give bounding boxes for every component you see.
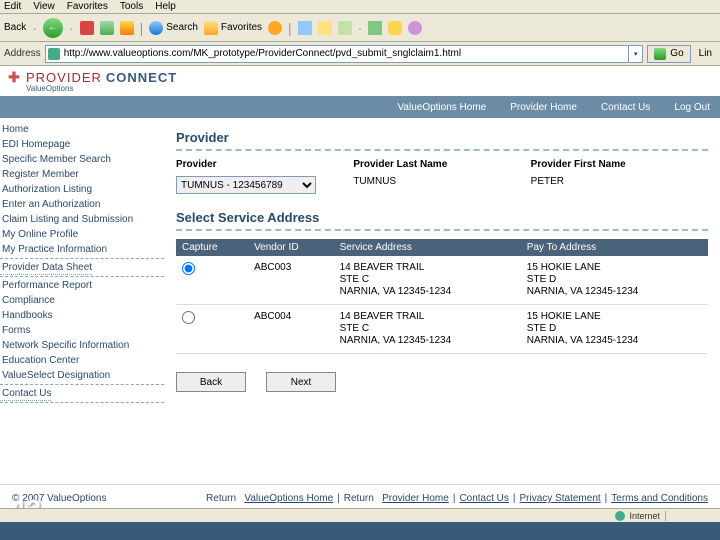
value-firstname: PETER <box>531 176 564 187</box>
separator-icon: · <box>69 20 74 36</box>
sidebar-item-datasheet[interactable]: Provider Data Sheet <box>0 260 92 275</box>
sidebar-item-profile[interactable]: My Online Profile <box>0 227 168 242</box>
footer-privacy[interactable]: Privacy Statement <box>520 493 601 504</box>
capture-radio[interactable] <box>182 311 195 324</box>
plus-icon: ✚ <box>6 70 22 86</box>
taskbar <box>0 522 720 540</box>
label-lastname: Provider Last Name <box>353 159 530 170</box>
refresh-icon[interactable] <box>100 21 114 35</box>
ie-addressbar: Address http://www.valueoptions.com/MK_p… <box>0 42 720 66</box>
footer-return-ph[interactable]: Return Provider Home <box>344 493 449 504</box>
sidebar-item-perf[interactable]: Performance Report <box>0 278 168 293</box>
sidebar-item-claim[interactable]: Claim Listing and Submission <box>0 212 168 227</box>
provider-select[interactable]: TUMNUS - 123456789 <box>176 176 316 194</box>
nav-contact[interactable]: Contact Us <box>601 102 650 113</box>
service-table: Capture Vendor ID Service Address Pay To… <box>176 239 708 354</box>
cell-service: 14 BEAVER TRAIL STE C NARNIA, VA 12345-1… <box>334 305 521 354</box>
footer-contact[interactable]: Contact Us <box>459 493 508 504</box>
nav-provider-home[interactable]: Provider Home <box>510 102 577 113</box>
ie-toolbar: Back · ← · | Search Favorites | · <box>0 14 720 42</box>
links-icon[interactable] <box>388 21 402 35</box>
footer-terms[interactable]: Terms and Conditions <box>611 493 708 504</box>
sidebar-item-education[interactable]: Education Center <box>0 353 168 368</box>
nav-logout[interactable]: Log Out <box>674 102 710 113</box>
logo-row: ✚ PROVIDERCONNECT ValueOptions <box>0 66 720 96</box>
globe-icon <box>615 511 625 521</box>
sidebar: Home EDI Homepage Specific Member Search… <box>0 118 170 478</box>
address-label: Address <box>4 48 41 59</box>
sidebar-item-practice[interactable]: My Practice Information <box>0 242 168 257</box>
menu-help[interactable]: Help <box>155 1 176 12</box>
heading-address: Select Service Address <box>176 204 708 229</box>
table-row: ABC003 14 BEAVER TRAIL STE C NARNIA, VA … <box>176 256 708 305</box>
history-icon[interactable] <box>268 21 282 35</box>
back-button[interactable]: Back <box>4 22 26 33</box>
separator-icon: · <box>358 20 363 36</box>
sidebar-item-home[interactable]: Home <box>0 122 168 137</box>
heading-provider: Provider <box>176 124 708 149</box>
menu-favorites[interactable]: Favorites <box>67 1 108 12</box>
separator-icon: | <box>140 20 144 36</box>
separator-icon: · <box>32 20 37 36</box>
table-row: ABC004 14 BEAVER TRAIL STE C NARNIA, VA … <box>176 305 708 354</box>
next-button[interactable]: Next <box>266 372 336 392</box>
back-icon[interactable]: ← <box>43 18 63 38</box>
mail-icon[interactable] <box>298 21 312 35</box>
cell-service: 14 BEAVER TRAIL STE C NARNIA, VA 12345-1… <box>334 256 521 305</box>
menu-view[interactable]: View <box>33 1 55 12</box>
ie-menubar: Edit View Favorites Tools Help <box>0 0 720 14</box>
cell-vendor: ABC004 <box>248 305 334 354</box>
sidebar-item-forms[interactable]: Forms <box>0 323 168 338</box>
sidebar-item-register[interactable]: Register Member <box>0 167 168 182</box>
th-capture: Capture <box>176 239 248 256</box>
cell-payto: 15 HOKIE LANE STE D NARNIA, VA 12345-123… <box>521 256 708 305</box>
sidebar-item-handbooks[interactable]: Handbooks <box>0 308 168 323</box>
status-bar: Internet <box>0 508 720 522</box>
favorites-button[interactable]: Favorites <box>204 21 262 35</box>
sidebar-item-enter-auth[interactable]: Enter an Authorization <box>0 197 168 212</box>
nav-valueoptions-home[interactable]: ValueOptions Home <box>397 102 486 113</box>
footer-return-vo[interactable]: Return ValueOptions Home <box>206 493 333 504</box>
back-button[interactable]: Back <box>176 372 246 392</box>
th-vendor: Vendor ID <box>248 239 334 256</box>
th-payto: Pay To Address <box>521 239 708 256</box>
label-provider: Provider <box>176 159 353 170</box>
address-dropdown-icon[interactable]: ▾ <box>628 46 642 62</box>
sidebar-item-compliance[interactable]: Compliance <box>0 293 168 308</box>
label-firstname: Provider First Name <box>531 159 708 170</box>
search-button[interactable]: Search <box>149 21 198 35</box>
stop-icon[interactable] <box>80 21 94 35</box>
go-icon[interactable] <box>368 21 382 35</box>
cell-vendor: ABC003 <box>248 256 334 305</box>
content: Provider Provider Provider Last Name Pro… <box>170 118 720 478</box>
star-icon <box>204 21 218 35</box>
sidebar-item-valueselect[interactable]: ValueSelect Designation <box>0 368 168 383</box>
cell-payto: 15 HOKIE LANE STE D NARNIA, VA 12345-123… <box>521 305 708 354</box>
print-icon[interactable] <box>318 21 332 35</box>
sidebar-item-netinfo[interactable]: Network Specific Information <box>0 338 168 353</box>
messenger-icon[interactable] <box>408 21 422 35</box>
sidebar-item-contact[interactable]: Contact Us <box>0 386 51 401</box>
sidebar-item-auth-list[interactable]: Authorization Listing <box>0 182 168 197</box>
links-label[interactable]: Lin <box>695 48 716 59</box>
address-field[interactable]: http://www.valueoptions.com/MK_prototype… <box>45 45 644 63</box>
separator-icon: | <box>288 20 292 36</box>
top-nav: ValueOptions Home Provider Home Contact … <box>0 96 720 118</box>
home-icon[interactable] <box>120 21 134 35</box>
value-lastname: TUMNUS <box>353 176 396 187</box>
edit-icon[interactable] <box>338 21 352 35</box>
sidebar-item-member-search[interactable]: Specific Member Search <box>0 152 168 167</box>
menu-edit[interactable]: Edit <box>4 1 21 12</box>
th-service: Service Address <box>334 239 521 256</box>
menu-tools[interactable]: Tools <box>120 1 143 12</box>
sidebar-item-edi[interactable]: EDI Homepage <box>0 137 168 152</box>
go-button[interactable]: Go <box>647 45 690 63</box>
search-icon <box>149 21 163 35</box>
capture-radio[interactable] <box>182 262 195 275</box>
